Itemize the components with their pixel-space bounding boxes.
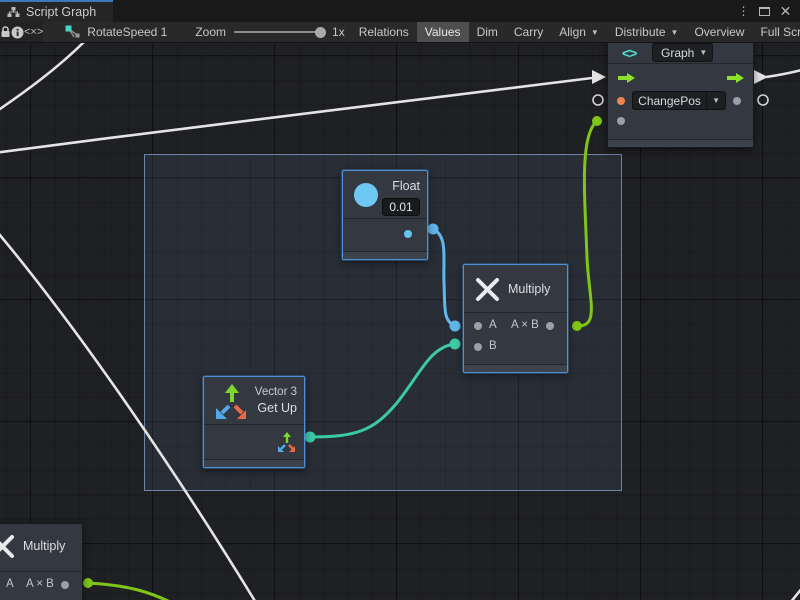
menu-ellipsis-icon[interactable]: ⋮ [735, 2, 752, 20]
port-b-label: B [489, 340, 497, 352]
toolbar: <×> RotateSpeed 1 Zoom 1x Relations Valu… [0, 22, 800, 43]
zoom-slider[interactable] [228, 22, 330, 42]
distribute-button[interactable]: Distribute▼ [607, 22, 687, 42]
zoom-slider-track[interactable] [234, 31, 324, 33]
float-icon [354, 183, 378, 207]
info-button[interactable] [11, 22, 24, 42]
zoom-label: Zoom [187, 22, 228, 42]
overview-button[interactable]: Overview [686, 22, 752, 42]
caret-down-icon: ▼ [591, 28, 599, 37]
float-value-field[interactable]: 0.01 [382, 198, 420, 216]
zoom-slider-handle[interactable] [315, 27, 326, 38]
script-graph-tab[interactable]: Script Graph [0, 0, 113, 22]
maximize-icon[interactable] [756, 2, 773, 20]
tab-title: Script Graph [26, 5, 96, 19]
variable-output-port[interactable] [733, 97, 741, 105]
values-button[interactable]: Values [417, 22, 469, 42]
code-view-icon: <×> [24, 26, 43, 38]
graph-node[interactable]: <> Graph ▼ ChangePos ▼ [607, 36, 754, 148]
port-out-label: A × B [26, 578, 54, 590]
lock-icon [0, 26, 11, 38]
node-title: Float [392, 179, 420, 193]
multiply-node[interactable]: Multiply A A × B B [463, 264, 568, 373]
close-icon[interactable]: ✕ [777, 2, 794, 20]
node-footer [204, 459, 304, 467]
node-title: Multiply [23, 539, 65, 553]
port-a-label: A [489, 319, 497, 331]
zoom-value: 1x [330, 22, 351, 42]
variable-input-port[interactable] [617, 97, 625, 105]
script-graph-window: <> Graph ▼ ChangePos ▼ Float 0 [0, 0, 800, 600]
multiply-icon [475, 277, 500, 302]
tab-bar: Script Graph ⋮ ✕ [0, 0, 800, 22]
type-label: Vector 3 [255, 386, 297, 398]
multiply-node-2[interactable]: Multiply A A × B [0, 523, 83, 600]
multiply-a-port[interactable] [474, 322, 482, 330]
node-title: Get Up [257, 401, 297, 415]
changepos-dropdown[interactable]: ChangePos ▼ [632, 91, 726, 110]
node-title: Multiply [508, 282, 550, 296]
dim-button[interactable]: Dim [469, 22, 506, 42]
multiply-icon [0, 534, 15, 559]
exec-input-arrow-icon[interactable] [618, 73, 635, 83]
code-icon: <> [622, 45, 636, 61]
port-out-label: A × B [511, 319, 539, 331]
multiply-out-port[interactable] [546, 322, 554, 330]
multiply-b-port[interactable] [474, 343, 482, 351]
port-a-label: A [6, 578, 14, 590]
caret-down-icon: ▼ [707, 96, 725, 105]
lock-button[interactable] [0, 22, 11, 42]
vector3-getup-node[interactable]: Vector 3 Get Up [203, 376, 305, 468]
graph-reference-icon [65, 25, 80, 39]
tab-spacer [113, 0, 735, 22]
full-screen-button[interactable]: Full Screen [752, 22, 800, 42]
float-output-port[interactable] [404, 230, 412, 238]
carry-button[interactable]: Carry [506, 22, 551, 42]
exec-output-arrow-icon[interactable] [727, 73, 744, 83]
info-icon [11, 26, 24, 39]
caret-down-icon: ▼ [671, 28, 679, 37]
code-view-button[interactable]: <×> [24, 22, 43, 42]
value-input-port[interactable] [617, 117, 625, 125]
node-footer [343, 251, 427, 259]
graph-reference-label: RotateSpeed 1 [87, 25, 167, 39]
relations-button[interactable]: Relations [351, 22, 417, 42]
node-footer [608, 139, 753, 147]
changepos-label: ChangePos [633, 94, 706, 108]
graph-tab-icon [7, 6, 20, 18]
caret-down-icon: ▼ [694, 48, 712, 57]
node-footer [464, 364, 567, 372]
vector3-icon [212, 384, 246, 420]
graph-reference-breadcrumb[interactable]: RotateSpeed 1 [57, 22, 175, 42]
graph-dropdown-label: Graph [661, 46, 694, 60]
align-button[interactable]: Align▼ [551, 22, 607, 42]
caret-box: ▼ [706, 92, 725, 109]
multiply2-out-port[interactable] [61, 581, 69, 589]
graph-dropdown[interactable]: Graph ▼ [652, 43, 713, 62]
vector3-output-port[interactable] [275, 432, 295, 452]
float-node[interactable]: Float 0.01 [342, 170, 428, 260]
